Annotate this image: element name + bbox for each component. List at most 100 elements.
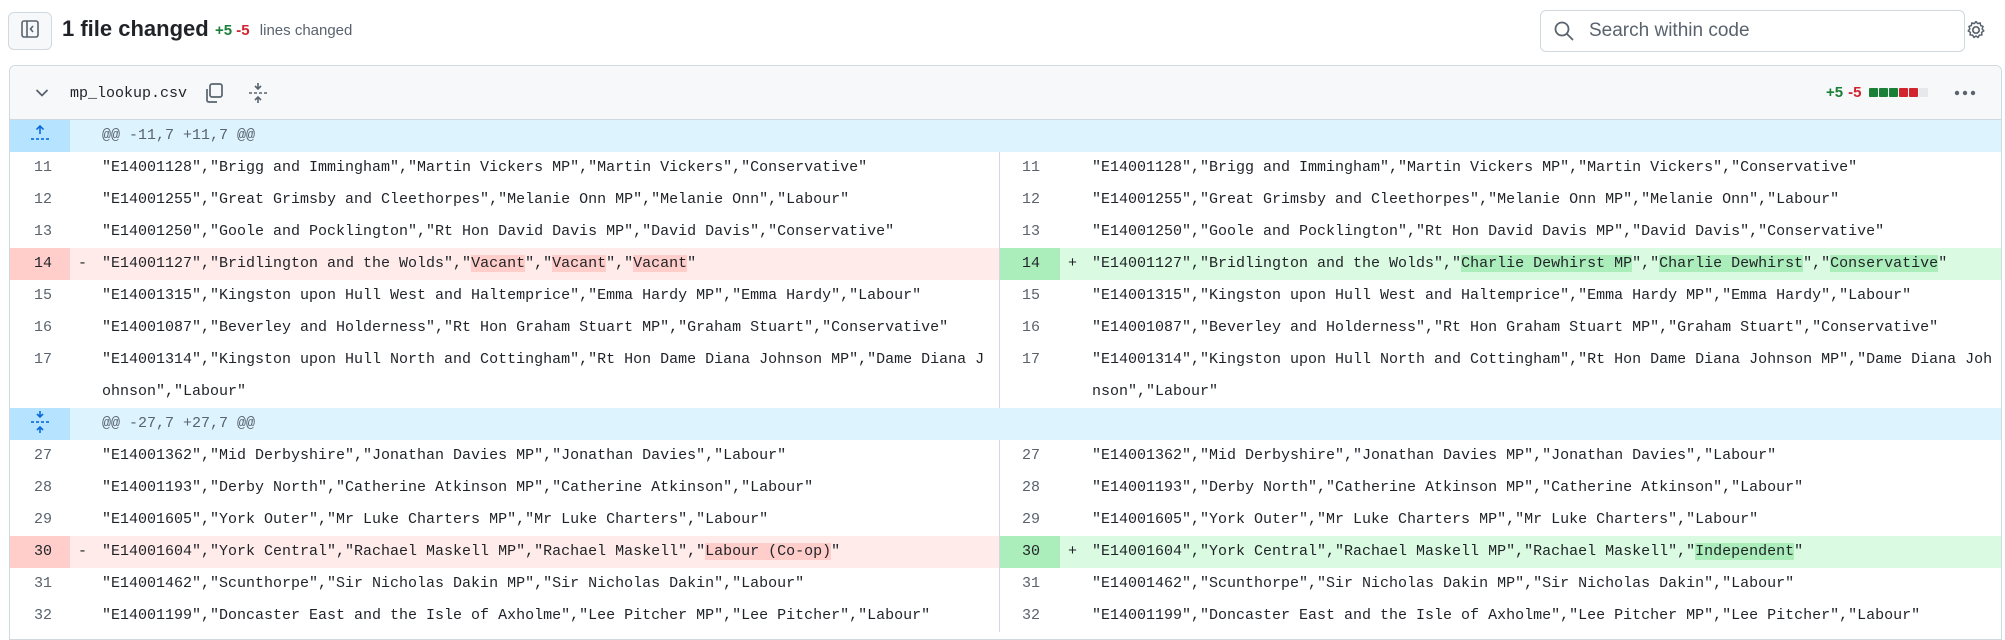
removed-text: Labour (Co-op) [705,543,832,560]
search-icon [1553,20,1575,42]
chevron-down-icon[interactable] [32,83,52,103]
line-number[interactable]: 16 [1000,312,1060,344]
additions-count: +5 [215,22,233,39]
diffstat-square [1919,88,1929,97]
left-side: 16 "E14001087","Beverley and Holderness",… [10,312,1000,344]
diff-row: 14- "E14001127","Bridlington and the Wold… [10,248,2001,280]
code-text: "E14001127","Bridlington and the Wolds",… [1092,255,1462,272]
hunk-header: @@ -27,7 +27,7 @@ [10,408,2001,440]
line-number[interactable]: 30 [1000,536,1060,568]
hunk-header: @@ -11,7 +11,7 @@ [10,120,2001,152]
search-within-code[interactable] [1540,10,1965,52]
removed-marker: - [78,543,88,560]
code-line: "E14001315","Kingston upon Hull West and… [1092,287,1912,304]
line-number[interactable]: 11 [1000,152,1060,184]
diff-row: 31 "E14001462","Scunthorpe","Sir Nicholas… [10,568,2001,600]
line-number[interactable]: 27 [10,440,70,472]
line-number[interactable]: 17 [1000,344,1060,408]
right-side: 14 + "E14001127","Bridlington and the Wold… [1000,248,2001,280]
code-line: "E14001604","York Central","Rachael Mask… [1092,536,1993,568]
line-number[interactable]: 12 [10,184,70,216]
line-number[interactable]: 27 [1000,440,1060,472]
diff-row: 12 "E14001255","Great Grimsby and Cleetho… [10,184,2001,216]
diffstat-square [1899,88,1909,97]
left-side: 30- "E14001604","York Central","Rachael M… [10,536,1000,568]
file-name[interactable]: mp_lookup.csv [70,85,187,102]
code-text: "," [606,255,634,272]
file-header: mp_lookup.csv +5 -5 [10,66,2001,120]
code-line: "E14001127","Bridlington and the Wolds",… [1092,248,1993,280]
line-number[interactable]: 28 [10,472,70,504]
expand-both-icon [29,410,51,439]
diffstat-square [1869,88,1879,97]
diff-toolbar: 1 file changed +5 -5 lines changed [0,0,2005,64]
right-side: 15 "E14001315","Kingston upon Hull West a… [1000,280,2001,312]
right-side: 13 "E14001250","Goole and Pocklington","R… [1000,216,2001,248]
left-side: 27 "E14001362","Mid Derbyshire","Jonathan… [10,440,1000,472]
diff-row: 16 "E14001087","Beverley and Holderness",… [10,312,2001,344]
right-side: 32 "E14001199","Doncaster East and the Is… [1000,600,2001,632]
line-number[interactable]: 29 [10,504,70,536]
line-number[interactable]: 15 [10,280,70,312]
code-line: "E14001199","Doncaster East and the Isle… [102,607,931,624]
code-line: "E14001128","Brigg and Immingham","Marti… [102,159,868,176]
code-line: "E14001314","Kingston upon Hull North an… [102,351,985,400]
added-text: Independent [1695,543,1795,560]
diff-row: 28 "E14001193","Derby North","Catherine A… [10,472,2001,504]
code-line: "E14001315","Kingston upon Hull West and… [102,287,922,304]
removed-text: Vacant [552,255,607,272]
line-number[interactable]: 31 [1000,568,1060,600]
code-text: "E14001604","York Central","Rachael Mask… [1092,543,1696,560]
line-number[interactable]: 32 [10,600,70,632]
code-text: " [831,543,841,560]
copy-icon[interactable] [202,81,226,105]
code-line: "E14001250","Goole and Pocklington","Rt … [102,223,895,240]
left-side: 28 "E14001193","Derby North","Catherine A… [10,472,1000,504]
line-number[interactable]: 13 [1000,216,1060,248]
line-number[interactable]: 29 [1000,504,1060,536]
line-number[interactable]: 31 [10,568,70,600]
line-number[interactable]: 11 [10,152,70,184]
line-number[interactable]: 32 [1000,600,1060,632]
hunk-range: @@ -27,7 +27,7 @@ [102,415,256,432]
right-side: 12 "E14001255","Great Grimsby and Cleetho… [1000,184,2001,216]
removed-text: Vacant [633,255,688,272]
files-changed-count: 1 file changed [62,16,209,41]
line-number[interactable]: 30 [10,536,70,568]
diff-settings-button[interactable] [1962,18,1990,46]
code-line: "E14001462","Scunthorpe","Sir Nicholas D… [102,575,805,592]
left-side: 31 "E14001462","Scunthorpe","Sir Nicholas… [10,568,1000,600]
code-line: "E14001193","Derby North","Catherine Atk… [102,479,814,496]
expand-up-button[interactable] [10,120,70,152]
hunk-range: @@ -11,7 +11,7 @@ [102,127,256,144]
kebab-icon[interactable] [1952,81,1978,105]
lines-changed-summary: +5 -5 lines changed [215,22,352,39]
diffstat-square [1889,88,1899,97]
expand-up-icon [29,124,51,148]
code-line: "E14001128","Brigg and Immingham","Marti… [1092,159,1858,176]
diff-row: 17 "E14001314","Kingston upon Hull North … [10,344,2001,408]
gear-icon [1965,19,1987,46]
expand-both-button[interactable] [10,408,70,440]
file-additions-count: +5 [1826,84,1844,101]
line-number[interactable]: 17 [10,344,70,408]
file-tree-toggle-button[interactable] [8,12,52,50]
code-text: "," [1803,255,1831,272]
code-line: "E14001087","Beverley and Holderness","R… [102,319,949,336]
line-number[interactable]: 13 [10,216,70,248]
left-side: 17 "E14001314","Kingston upon Hull North … [10,344,1000,408]
left-side: 12 "E14001255","Great Grimsby and Cleetho… [10,184,1000,216]
expand-all-icon[interactable] [246,81,270,105]
search-input[interactable] [1587,19,1951,43]
line-number[interactable]: 28 [1000,472,1060,504]
line-number[interactable]: 14 [10,248,70,280]
line-number[interactable]: 15 [1000,280,1060,312]
file-deletions-count: -5 [1848,84,1862,101]
diff-row: 30- "E14001604","York Central","Rachael M… [10,536,2001,568]
right-side: 11 "E14001128","Brigg and Immingham","Mar… [1000,152,2001,184]
line-number[interactable]: 12 [1000,184,1060,216]
file-diff: mp_lookup.csv +5 -5 @@ -11,7 +11,7 @@ 11 "… [9,65,2002,640]
code-line: "E14001362","Mid Derbyshire","Jonathan D… [1092,447,1777,464]
line-number[interactable]: 14 [1000,248,1060,280]
line-number[interactable]: 16 [10,312,70,344]
